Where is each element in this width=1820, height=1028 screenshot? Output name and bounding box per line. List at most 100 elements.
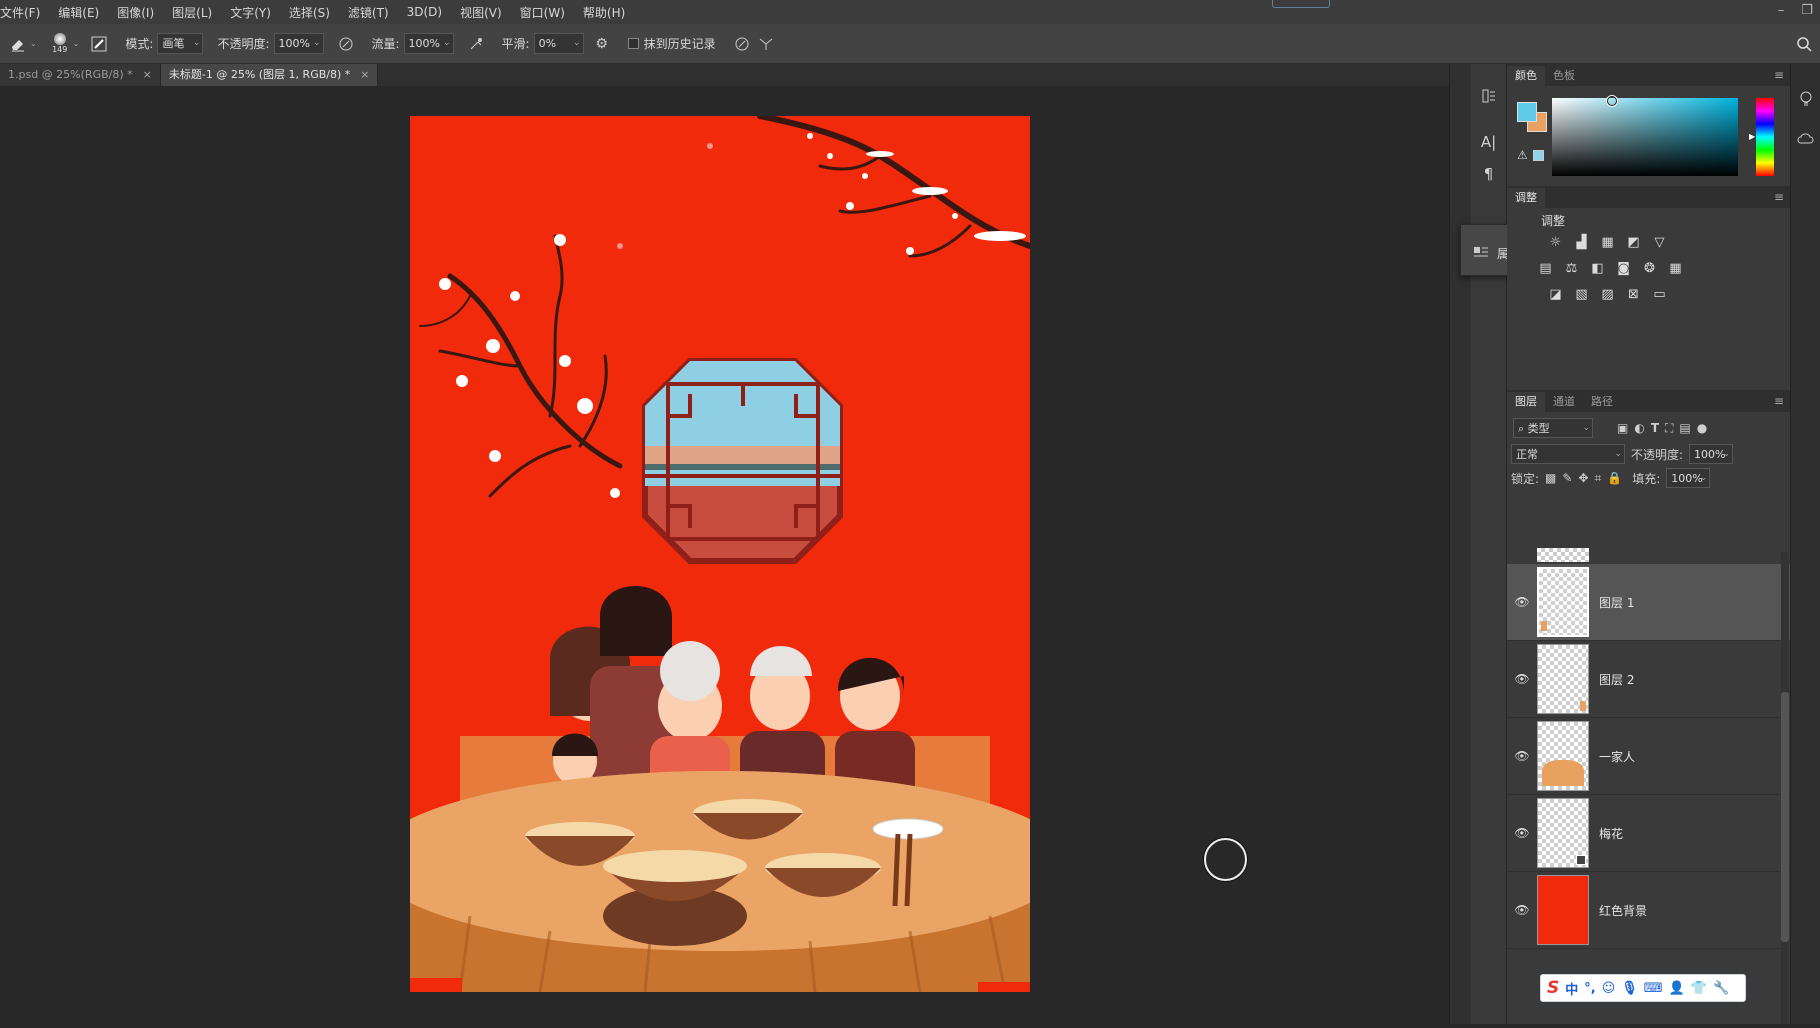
emoji-icon[interactable]: ☺ [1602, 981, 1616, 996]
eye-icon[interactable]: 👁 [1507, 595, 1537, 609]
panel-menu-icon[interactable]: ≡ [1774, 190, 1784, 204]
pressure-opacity-icon[interactable] [334, 32, 358, 56]
layer-row[interactable]: 👁 一家人 [1507, 718, 1790, 795]
eye-icon[interactable]: 👁 [1507, 749, 1537, 763]
layer-row[interactable]: 👁 梅花 [1507, 795, 1790, 872]
black-white-icon[interactable]: ◧ [1589, 260, 1606, 277]
layer-row[interactable]: 👁 图层 1 [1507, 564, 1790, 641]
tool-preset-caret[interactable]: ⌄ [30, 39, 37, 48]
opacity-input[interactable]: 100% ⌄ [273, 33, 324, 54]
eraser-tool-icon[interactable] [6, 32, 30, 56]
layers-scrollbar[interactable] [1781, 552, 1789, 1024]
gradient-map-icon[interactable]: ▭ [1651, 286, 1668, 303]
foreground-color-swatch[interactable] [1517, 102, 1537, 122]
search-icon[interactable] [1792, 32, 1816, 56]
panel-menu-icon[interactable]: ≡ [1774, 394, 1784, 408]
layer-row[interactable]: 👁 图层 2 [1507, 641, 1790, 718]
eye-icon[interactable]: 👁 [1507, 672, 1537, 686]
menu-3d[interactable]: 3D(D) [398, 5, 451, 19]
menu-edit[interactable]: 编辑(E) [49, 4, 108, 21]
hue-saturation-icon[interactable]: ▤ [1537, 260, 1554, 277]
selective-color-icon[interactable]: ⊠ [1625, 286, 1642, 303]
minimize-button[interactable]: – [1768, 0, 1794, 24]
paragraph-icon[interactable]: ¶ [1477, 162, 1501, 186]
history-icon[interactable] [1477, 84, 1501, 108]
menu-layer[interactable]: 图层(L) [163, 4, 221, 21]
skin-icon[interactable]: 👕 [1691, 981, 1707, 996]
hue-slider[interactable] [1756, 98, 1774, 176]
eye-icon[interactable]: 👁 [1507, 903, 1537, 917]
menu-window[interactable]: 窗口(W) [511, 4, 574, 21]
photo-filter-icon[interactable]: ◙ [1615, 260, 1632, 277]
tab-untitled-1[interactable]: 未标题-1 @ 25% (图层 1, RGB/8) * × [160, 64, 379, 86]
type-filter-icon[interactable]: T [1651, 421, 1659, 435]
document-canvas[interactable] [410, 116, 1030, 992]
collapse-strip[interactable] [1449, 64, 1471, 1024]
close-icon[interactable]: × [143, 64, 152, 86]
layer-filter-select[interactable]: ⌕ 类型 ⌄ [1513, 418, 1593, 438]
menu-file[interactable]: 文件(F) [0, 4, 49, 21]
lightbulb-icon[interactable] [1798, 90, 1814, 112]
tab-1psd[interactable]: 1.psd @ 25%(RGB/8) * × [0, 64, 161, 86]
tab-adjustments[interactable]: 调整 [1507, 188, 1545, 208]
color-picker-cursor[interactable] [1607, 96, 1617, 106]
brush-panel-icon[interactable] [87, 32, 111, 56]
cloud-icon[interactable] [1797, 130, 1815, 149]
layer-row[interactable]: 👁 红色背景 [1507, 872, 1790, 949]
menu-image[interactable]: 图像(I) [108, 4, 163, 21]
tab-swatches[interactable]: 色板 [1545, 66, 1583, 86]
tab-channels[interactable]: 通道 [1545, 392, 1583, 412]
punctuation-icon[interactable]: °, [1584, 981, 1595, 996]
lock-paint-icon[interactable]: ✎ [1562, 471, 1572, 485]
ime-language[interactable]: 中 [1565, 979, 1578, 998]
eye-icon[interactable]: 👁 [1507, 826, 1537, 840]
lock-artboard-icon[interactable]: ⌗ [1595, 471, 1602, 486]
exposure-icon[interactable]: ◩ [1625, 234, 1642, 251]
menu-type[interactable]: 文字(Y) [221, 4, 280, 21]
channel-mixer-icon[interactable]: ❂ [1641, 260, 1658, 277]
smooth-input[interactable]: 0% ⌄ [533, 33, 584, 54]
user-icon[interactable]: 👤 [1669, 981, 1685, 996]
invert-icon[interactable]: ◪ [1547, 286, 1564, 303]
lock-position-icon[interactable]: ✥ [1578, 471, 1588, 485]
gamut-warning-icon[interactable]: ⚠ [1517, 148, 1528, 162]
tab-color[interactable]: 颜色 [1507, 66, 1545, 86]
blend-mode-select[interactable]: 正常 ⌄ [1511, 444, 1625, 464]
microphone-icon[interactable]: 🎙 [1621, 981, 1638, 996]
lock-transparent-icon[interactable]: ▩ [1545, 471, 1556, 485]
color-lookup-icon[interactable]: ▦ [1667, 260, 1684, 277]
pressure-size-icon[interactable] [730, 32, 754, 56]
close-icon[interactable]: × [360, 64, 369, 86]
menu-filter[interactable]: 滤镜(T) [339, 4, 398, 21]
tab-layers[interactable]: 图层 [1507, 392, 1545, 412]
menu-view[interactable]: 视图(V) [451, 4, 511, 21]
erase-history-checkbox[interactable] [627, 38, 639, 49]
restore-button[interactable]: ❐ [1794, 0, 1820, 24]
scrollbar-thumb[interactable] [1781, 692, 1789, 942]
color-balance-icon[interactable]: ⚖ [1563, 260, 1580, 277]
lock-all-icon[interactable]: 🔒 [1607, 471, 1622, 485]
threshold-icon[interactable]: ▨ [1599, 286, 1616, 303]
menu-help[interactable]: 帮助(H) [574, 4, 634, 21]
brightness-icon[interactable]: ☼ [1547, 234, 1564, 251]
flow-input[interactable]: 100% ⌄ [403, 33, 454, 54]
vibrance-icon[interactable]: ▽ [1651, 234, 1668, 251]
layer-opacity-input[interactable]: 100% ⌄ [1689, 444, 1734, 464]
keyboard-icon[interactable]: ⌨ [1644, 981, 1663, 996]
gear-icon[interactable]: ⚙ [590, 32, 614, 56]
adjust-filter-icon[interactable]: ◐ [1634, 421, 1644, 435]
shape-filter-icon[interactable]: ⛶ [1665, 421, 1673, 436]
gamut-swatch[interactable] [1533, 150, 1544, 161]
airbrush-icon[interactable] [464, 32, 488, 56]
pixel-filter-icon[interactable]: ▣ [1617, 421, 1628, 435]
smart-filter-icon[interactable]: ▤ [1679, 421, 1690, 435]
mode-select[interactable]: 画笔 ⌄ [157, 33, 204, 54]
character-icon[interactable]: A| [1477, 130, 1501, 154]
curves-icon[interactable]: ▦ [1599, 234, 1616, 251]
fill-input[interactable]: 100% ⌄ [1666, 468, 1711, 488]
color-field[interactable] [1552, 98, 1738, 176]
symmetry-icon[interactable] [754, 32, 778, 56]
posterize-icon[interactable]: ▧ [1573, 286, 1590, 303]
levels-icon[interactable]: ▟ [1573, 234, 1590, 251]
wrench-icon[interactable]: 🔧 [1713, 981, 1729, 996]
